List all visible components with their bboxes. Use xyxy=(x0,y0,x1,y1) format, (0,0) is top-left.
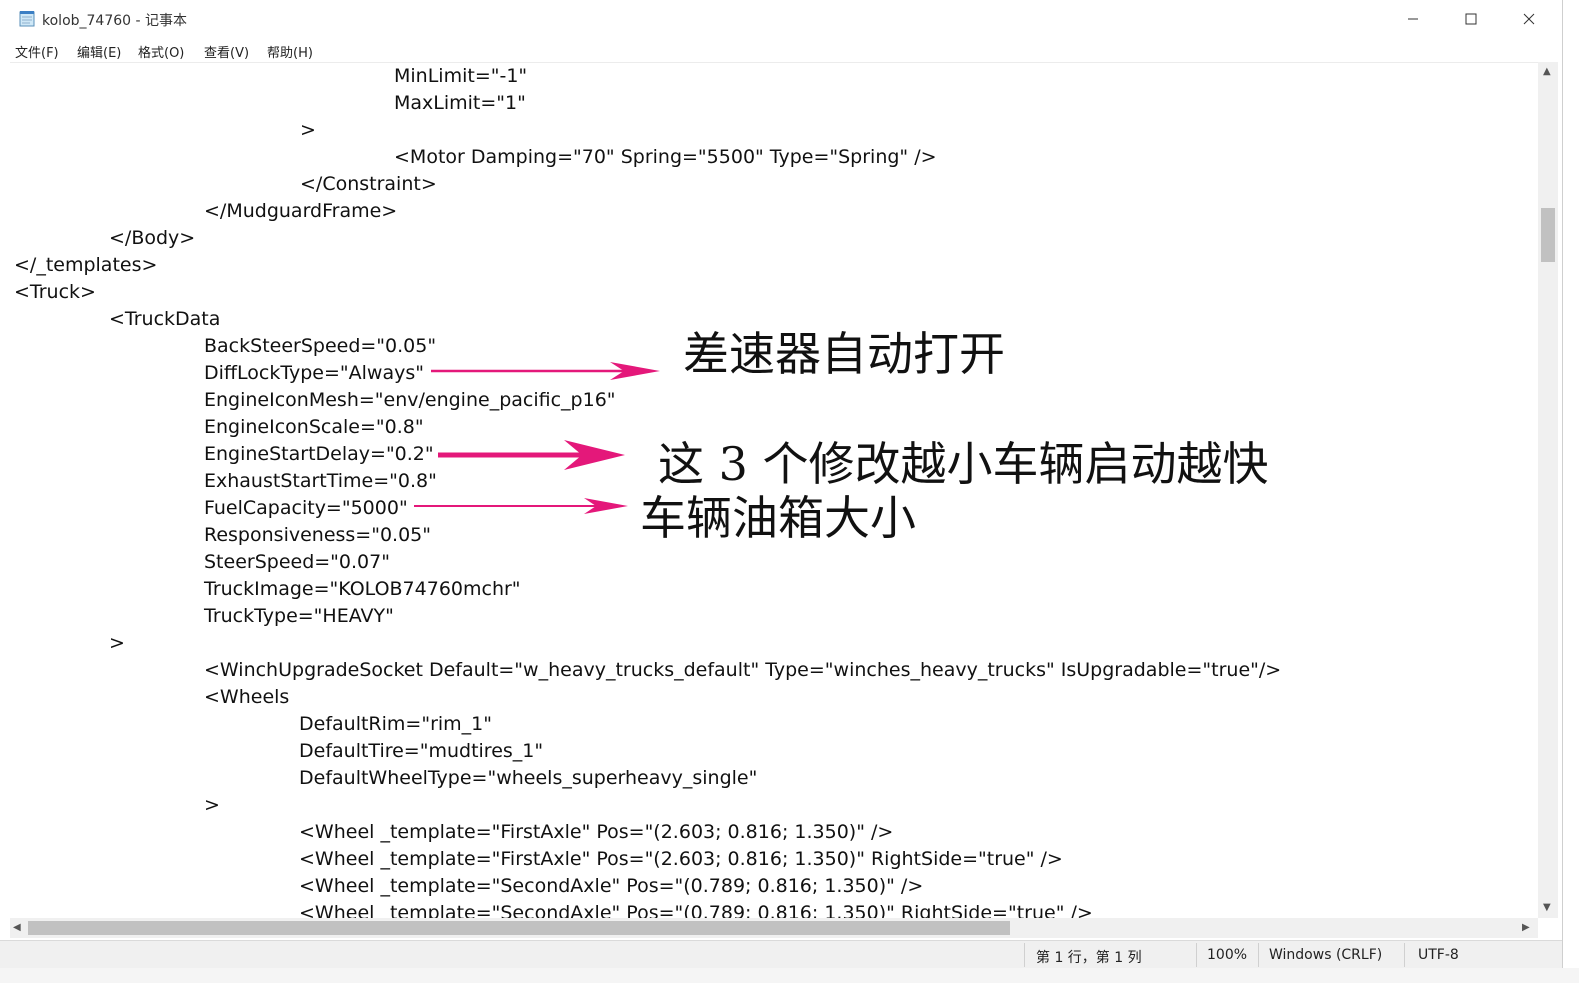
menu-help[interactable]: 帮助(H) xyxy=(267,42,313,61)
vertical-scrollbar[interactable]: ▲ ▼ xyxy=(1538,62,1558,918)
line-ending: Windows (CRLF) xyxy=(1269,947,1383,963)
code-line: </MudguardFrame> xyxy=(204,200,398,222)
code-line: <Wheel _template="SecondAxle" Pos="(0.78… xyxy=(299,875,924,897)
status-divider xyxy=(1258,943,1259,967)
cursor-position: 第 1 行，第 1 列 xyxy=(1036,950,1142,966)
code-line: <Wheel _template="FirstAxle" Pos="(2.603… xyxy=(299,821,894,843)
horizontal-scroll-thumb[interactable] xyxy=(28,921,1010,935)
code-line: FuelCapacity="5000" xyxy=(204,497,408,519)
code-line: </_templates> xyxy=(14,254,158,276)
code-line: DefaultRim="rim_1" xyxy=(299,713,492,735)
notepad-icon xyxy=(19,11,35,27)
vertical-scroll-thumb[interactable] xyxy=(1541,208,1555,262)
status-divider xyxy=(1024,943,1025,967)
code-line: BackSteerSpeed="0.05" xyxy=(204,335,437,357)
code-line: <Wheel _template="SecondAxle" Pos="(0.78… xyxy=(299,902,1093,919)
code-line: EngineIconMesh="env/engine_pacific_p16" xyxy=(204,389,616,411)
code-line: MinLimit="-1" xyxy=(394,65,528,87)
menu-view[interactable]: 查看(V) xyxy=(204,42,249,61)
code-line: ExhaustStartTime="0.8" xyxy=(204,470,437,492)
menu-format[interactable]: 格式(O) xyxy=(138,42,184,61)
minimize-button[interactable] xyxy=(1384,0,1442,38)
code-line: > xyxy=(204,794,220,816)
code-line: EngineIconScale="0.8" xyxy=(204,416,424,438)
close-button[interactable] xyxy=(1500,0,1558,38)
scroll-right-icon[interactable]: ▶ xyxy=(1522,922,1530,933)
maximize-button[interactable] xyxy=(1442,0,1500,38)
scroll-left-icon[interactable]: ◀ xyxy=(13,922,21,933)
code-line: <Wheels xyxy=(204,686,290,708)
encoding: UTF-8 xyxy=(1418,947,1459,963)
code-line: <Wheel _template="FirstAxle" Pos="(2.603… xyxy=(299,848,1063,870)
code-line: DefaultTire="mudtires_1" xyxy=(299,740,544,762)
status-bar: 第 1 行，第 1 列 100% Windows (CRLF) UTF-8 xyxy=(0,940,1562,969)
menu-bar: 文件(F) 编辑(E) 格式(O) 查看(V) 帮助(H) xyxy=(0,38,1562,62)
code-line: > xyxy=(300,119,316,141)
code-line: TruckImage="KOLOB74760mchr" xyxy=(204,578,521,600)
scroll-down-icon[interactable]: ▼ xyxy=(1543,902,1551,913)
code-line: </Constraint> xyxy=(300,173,437,195)
zoom-level: 100% xyxy=(1207,947,1248,963)
code-line: Responsiveness="0.05" xyxy=(204,524,432,546)
status-divider xyxy=(1196,943,1197,967)
minimize-icon xyxy=(1408,18,1418,20)
code-line: SteerSpeed="0.07" xyxy=(204,551,390,573)
code-line: <Truck> xyxy=(14,281,96,303)
maximize-icon xyxy=(1465,13,1477,25)
menu-file[interactable]: 文件(F) xyxy=(15,42,59,61)
menu-edit[interactable]: 编辑(E) xyxy=(77,42,121,61)
annotation-diff-lock: 差速器自动打开 xyxy=(683,327,1005,381)
code-line: MaxLimit="1" xyxy=(394,92,526,114)
code-line: </Body> xyxy=(109,227,196,249)
code-line: TruckType="HEAVY" xyxy=(204,605,394,627)
status-divider xyxy=(1404,943,1405,967)
code-line: <TruckData xyxy=(109,308,221,330)
code-line: EngineStartDelay="0.2" xyxy=(204,443,434,465)
code-line: <Motor Damping="70" Spring="5500" Type="… xyxy=(394,146,937,168)
title-bar[interactable]: kolob_74760 - 记事本 xyxy=(0,0,1562,38)
annotation-fuel: 车辆油箱大小 xyxy=(640,491,916,545)
window-title: kolob_74760 - 记事本 xyxy=(42,13,188,29)
code-line: > xyxy=(109,632,125,654)
taskbar-strip xyxy=(0,968,1579,983)
horizontal-scrollbar[interactable]: ◀ ▶ xyxy=(10,918,1538,938)
close-icon xyxy=(1523,13,1535,25)
code-line: <WinchUpgradeSocket Default="w_heavy_tru… xyxy=(204,659,1282,681)
scroll-up-icon[interactable]: ▲ xyxy=(1543,66,1551,77)
code-line: DiffLockType="Always" xyxy=(204,362,424,384)
code-line: DefaultWheelType="wheels_superheavy_sing… xyxy=(299,767,758,789)
